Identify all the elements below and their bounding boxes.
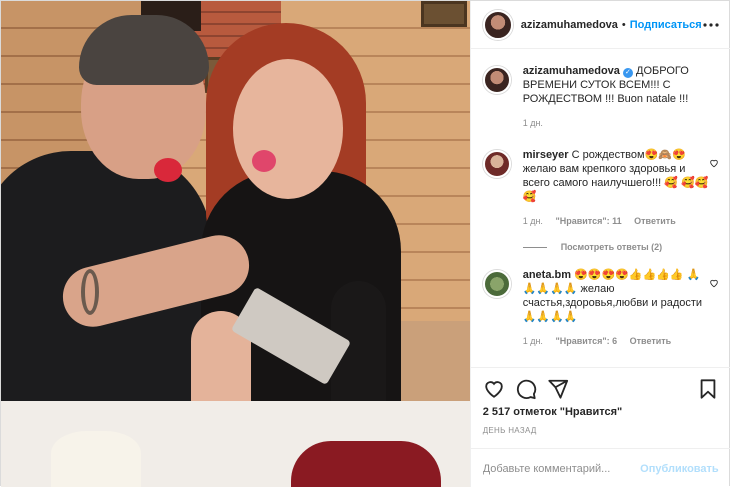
caption-username[interactable]: azizamuhamedova (523, 65, 620, 77)
photo-bracelet (81, 269, 99, 315)
share-direct-icon[interactable] (547, 378, 569, 400)
author-username[interactable]: azizamuhamedova (521, 19, 618, 31)
comment-bubble-icon[interactable] (515, 378, 537, 400)
comments-list[interactable]: azizamuhamedova ✓ ДОБРОГО ВРЕМЕНИ СУТОК … (471, 50, 730, 366)
verified-icon: ✓ (622, 68, 633, 78)
post-header: azizamuhamedova • Подписаться (470, 1, 730, 49)
comment-like-icon[interactable] (709, 278, 719, 288)
reply-button[interactable]: Ответить (630, 336, 672, 346)
comment-body: aneta.bm 😍😍😍😍👍👍👍👍 🙏🙏🙏🙏🙏 желаю счастья,зд… (523, 268, 713, 348)
caption-meta: 1 дн. (523, 116, 713, 130)
comment-body: mirseyer С рождеством😍🙈😍 желаю вам крепк… (523, 148, 713, 228)
separator-dot: • (621, 18, 626, 31)
comment-username[interactable]: mirseyer (523, 149, 569, 161)
caption: azizamuhamedova ✓ ДОБРОГО ВРЕМЕНИ СУТОК … (482, 64, 719, 130)
comment-meta: 1 дн. "Нравится": 6 Ответить (523, 334, 713, 348)
commenter-avatar[interactable] (482, 150, 511, 178)
photo-cake (51, 431, 141, 487)
comment-time[interactable]: 1 дн. (523, 216, 543, 226)
comment-item: aneta.bm 😍😍😍😍👍👍👍👍 🙏🙏🙏🙏🙏 желаю счастья,зд… (482, 268, 719, 348)
likes-count[interactable]: 2 517 отметок "Нравится" (483, 406, 623, 418)
comment-like-icon[interactable] (709, 158, 719, 168)
comment-item: mirseyer С рождеством😍🙈😍 желаю вам крепк… (482, 148, 719, 228)
author-avatar[interactable] (482, 66, 511, 94)
post-date[interactable]: ДЕНЬ НАЗАД (483, 426, 537, 435)
view-replies-label[interactable]: Посмотреть ответы (2) (561, 242, 662, 252)
reply-button[interactable]: Ответить (634, 216, 676, 226)
photo-flower-1 (154, 158, 182, 182)
caption-time[interactable]: 1 дн. (523, 118, 543, 128)
instagram-post: azizamuhamedova • Подписаться azizamuham… (0, 0, 730, 488)
action-icons (483, 378, 719, 400)
comment-likes[interactable]: "Нравится": 11 (555, 216, 621, 226)
replies-line (522, 246, 547, 248)
post-actions: 2 517 отметок "Нравится" ДЕНЬ НАЗАД Опуб… (470, 367, 730, 488)
comment-time[interactable]: 1 дн. (523, 336, 543, 346)
add-comment-bar: Опубликовать (470, 448, 730, 488)
more-icon[interactable] (703, 17, 719, 33)
follow-button[interactable]: Подписаться (630, 19, 702, 31)
publish-button[interactable]: Опубликовать (640, 463, 719, 475)
photo-woman-face (233, 59, 343, 199)
comment-meta: 1 дн. "Нравится": 11 Ответить (523, 214, 713, 228)
comment-username[interactable]: aneta.bm (523, 269, 571, 281)
like-heart-icon[interactable] (483, 378, 505, 400)
comment-input[interactable] (482, 462, 641, 475)
post-sidebar: azizamuhamedova • Подписаться azizamuham… (469, 1, 730, 488)
author-avatar[interactable] (482, 9, 513, 40)
commenter-avatar[interactable] (482, 270, 511, 298)
post-photo[interactable] (1, 1, 470, 487)
save-bookmark-icon[interactable] (697, 378, 719, 400)
comment-likes[interactable]: "Нравится": 6 (555, 336, 617, 346)
view-replies-button[interactable]: Посмотреть ответы (2) (522, 242, 719, 252)
photo-picture-frame-2 (421, 1, 467, 27)
photo-roses (291, 441, 441, 487)
photo-flower-2 (252, 150, 276, 172)
caption-body: azizamuhamedova ✓ ДОБРОГО ВРЕМЕНИ СУТОК … (523, 64, 713, 130)
